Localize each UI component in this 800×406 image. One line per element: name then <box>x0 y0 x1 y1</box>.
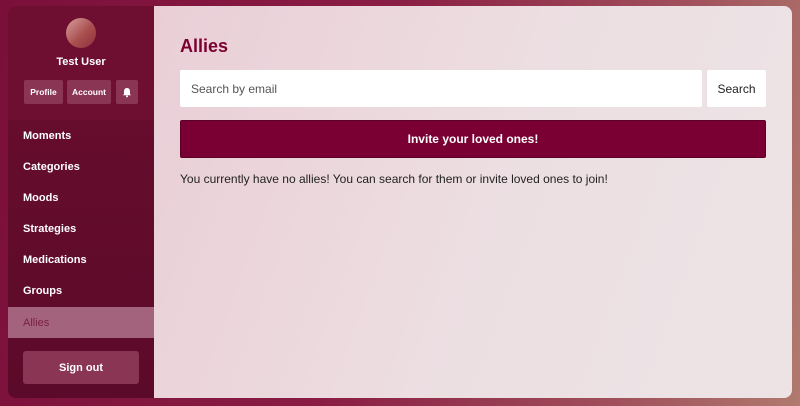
account-button[interactable]: Account <box>67 80 111 104</box>
sidebar-item-groups[interactable]: Groups <box>8 275 154 306</box>
search-button[interactable]: Search <box>707 70 766 107</box>
sign-out-button[interactable]: Sign out <box>23 351 139 384</box>
search-placeholder: Search by email <box>191 81 278 96</box>
avatar[interactable] <box>66 18 96 48</box>
sidebar: Test User Profile Account Moments Catego… <box>8 6 154 398</box>
profile-button[interactable]: Profile <box>24 80 63 104</box>
sidebar-item-medications[interactable]: Medications <box>8 244 154 275</box>
search-input[interactable]: Search by email <box>180 70 702 107</box>
sidebar-item-strategies[interactable]: Strategies <box>8 213 154 244</box>
invite-button[interactable]: Invite your loved ones! <box>180 120 766 158</box>
main-content: Allies Search by email Search Invite you… <box>154 6 792 398</box>
empty-state-message: You currently have no allies! You can se… <box>180 172 608 186</box>
sidebar-item-allies[interactable]: Allies <box>8 307 154 338</box>
sidebar-item-moments[interactable]: Moments <box>8 120 154 151</box>
page-title: Allies <box>180 36 229 56</box>
sidebar-item-moods[interactable]: Moods <box>8 182 154 213</box>
sidebar-item-categories[interactable]: Categories <box>8 151 154 182</box>
profile-area: Test User Profile Account <box>8 6 154 120</box>
app-frame: Test User Profile Account Moments Catego… <box>8 6 792 398</box>
user-name: Test User <box>56 56 106 68</box>
bell-icon <box>123 87 131 97</box>
notifications-button[interactable] <box>116 80 138 104</box>
